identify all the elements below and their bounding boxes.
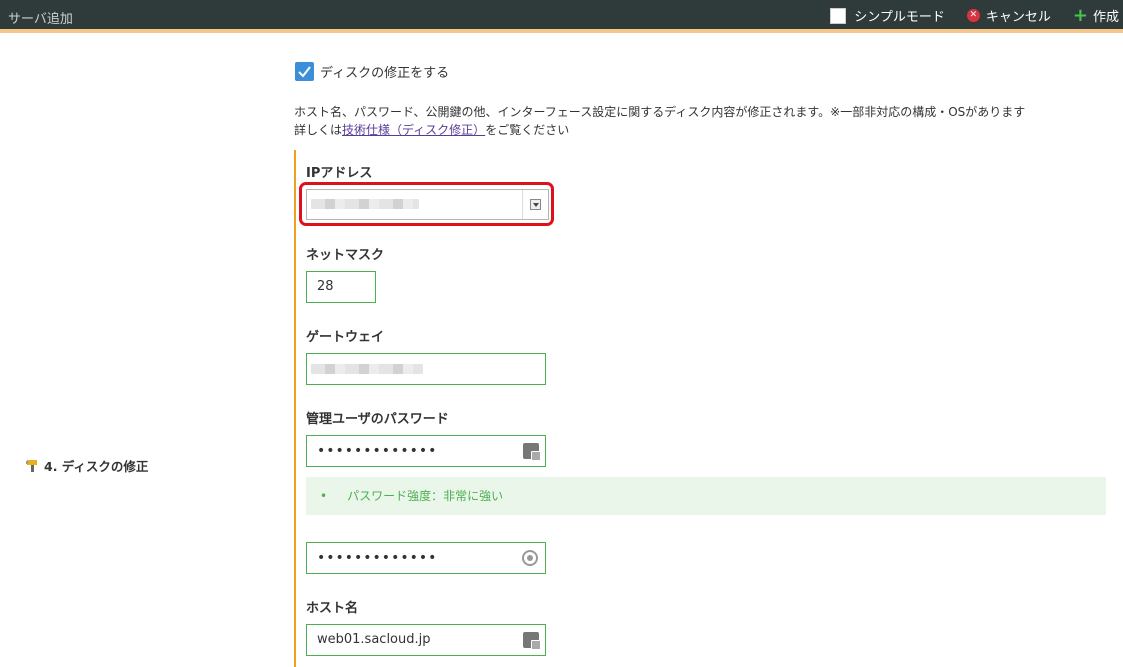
simple-mode-toggle[interactable]: シンプルモード bbox=[830, 6, 945, 25]
check-icon bbox=[298, 66, 311, 78]
tool-icon bbox=[26, 459, 37, 472]
disk-edit-checkbox-row[interactable]: ディスクの修正をする bbox=[295, 62, 449, 81]
hostname-generate-icon[interactable] bbox=[523, 632, 541, 650]
netmask-input[interactable]: 28 bbox=[306, 271, 376, 303]
description-suffix: をご覧ください bbox=[485, 123, 570, 137]
redacted-value bbox=[311, 364, 423, 374]
disk-edit-label: ディスクの修正をする bbox=[320, 66, 450, 81]
password-strength-box: • パスワード強度：非常に強い bbox=[306, 477, 1106, 515]
hostname-input[interactable]: web01.sacloud.jp bbox=[306, 624, 546, 656]
simple-mode-checkbox[interactable] bbox=[830, 7, 847, 24]
password-confirm-input[interactable]: ••••••••••••• bbox=[306, 542, 546, 574]
hostname-value: web01.sacloud.jp bbox=[317, 632, 431, 647]
section-divider bbox=[294, 150, 296, 667]
header-actions: シンプルモード ✕ キャンセル + 作成 bbox=[808, 6, 1119, 25]
password-generate-icon[interactable] bbox=[523, 443, 541, 461]
simple-mode-label: シンプルモード bbox=[854, 10, 945, 25]
ip-address-label: IPアドレス bbox=[306, 166, 373, 181]
netmask-label: ネットマスク bbox=[306, 248, 385, 263]
password-label: 管理ユーザのパスワード bbox=[306, 412, 449, 427]
section-title: 4. ディスクの修正 bbox=[44, 459, 149, 474]
plus-icon: + bbox=[1072, 4, 1088, 26]
password-value: ••••••••••••• bbox=[317, 443, 438, 459]
disk-edit-description: ホスト名、パスワード、公開鍵の他、インターフェース設定に関するディスク内容が修正… bbox=[294, 103, 1025, 139]
create-button[interactable]: + 作成 bbox=[1073, 6, 1119, 25]
close-icon: ✕ bbox=[966, 9, 980, 22]
create-label: 作成 bbox=[1092, 10, 1119, 25]
cancel-button[interactable]: ✕ キャンセル bbox=[966, 6, 1051, 25]
header-bar: サーバ追加 シンプルモード ✕ キャンセル + 作成 bbox=[0, 0, 1123, 33]
bullet: • bbox=[320, 489, 328, 503]
section-label: 4. ディスクの修正 bbox=[24, 456, 148, 475]
gateway-input[interactable] bbox=[306, 353, 546, 385]
show-password-icon[interactable] bbox=[522, 550, 538, 566]
gateway-label: ゲートウェイ bbox=[306, 330, 385, 345]
disk-edit-checkbox[interactable] bbox=[295, 62, 314, 81]
description-line-2: 詳しくは技術仕様（ディスク修正）をご覧ください bbox=[294, 121, 1025, 139]
password-input[interactable]: ••••••••••••• bbox=[306, 435, 546, 467]
description-line-1: ホスト名、パスワード、公開鍵の他、インターフェース設定に関するディスク内容が修正… bbox=[294, 105, 1026, 119]
highlight-box bbox=[299, 182, 554, 226]
description-prefix: 詳しくは bbox=[294, 123, 343, 137]
cancel-label: キャンセル bbox=[985, 10, 1051, 25]
password-strength-text: パスワード強度：非常に強い bbox=[347, 489, 504, 503]
page-title: サーバ追加 bbox=[8, 12, 73, 27]
hostname-label: ホスト名 bbox=[306, 601, 359, 616]
tech-spec-link[interactable]: 技術仕様（ディスク修正） bbox=[342, 123, 485, 137]
password-confirm-value: ••••••••••••• bbox=[317, 550, 438, 566]
